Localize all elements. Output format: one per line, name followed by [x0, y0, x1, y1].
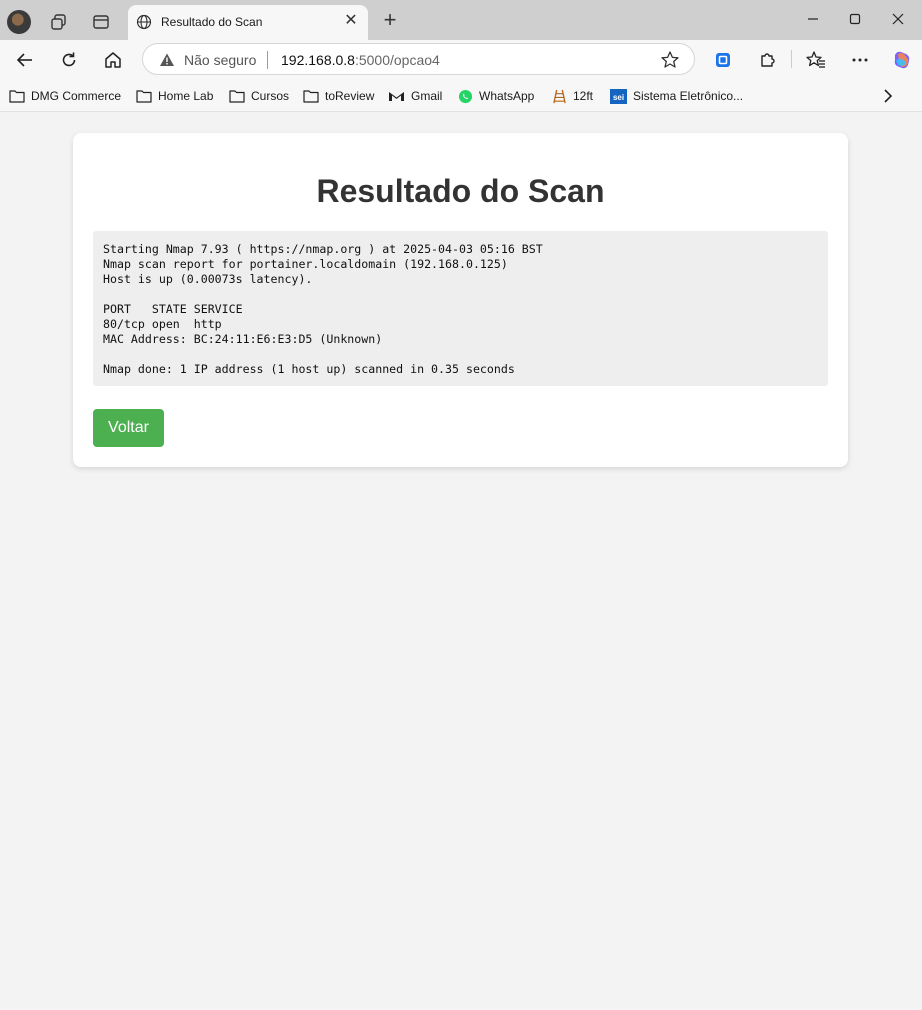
address-divider: [267, 51, 268, 69]
vertical-tabs-icon[interactable]: [90, 11, 112, 33]
close-tab-icon[interactable]: ✕: [342, 12, 360, 30]
more-options-icon[interactable]: [848, 48, 872, 72]
folder-icon: [229, 90, 245, 103]
tab-title: Resultado do Scan: [161, 15, 263, 29]
home-icon[interactable]: [101, 48, 125, 72]
minimize-icon[interactable]: [800, 8, 826, 30]
bookmark-gmail[interactable]: Gmail: [388, 87, 442, 105]
ladder-icon: [553, 89, 566, 103]
folder-icon: [9, 90, 25, 103]
url-path: :5000/opcao4: [354, 52, 440, 68]
bookmark-label: WhatsApp: [479, 89, 535, 103]
security-status[interactable]: Não seguro: [184, 52, 256, 68]
globe-icon: [136, 14, 152, 30]
page-viewport: Resultado do Scan Starting Nmap 7.93 ( h…: [0, 113, 922, 1010]
bookmarks-bar: DMG Commerce Home Lab Cursos toReview Gm…: [0, 80, 922, 112]
bookmark-whatsapp[interactable]: WhatsApp: [458, 87, 534, 105]
result-card: Resultado do Scan Starting Nmap 7.93 ( h…: [73, 133, 848, 467]
bookmark-label: Home Lab: [158, 89, 214, 103]
bookmark-toreview[interactable]: toReview: [303, 87, 374, 105]
address-bar[interactable]: Não seguro 192.168.0.8:5000/opcao4: [142, 43, 695, 75]
warning-icon[interactable]: [159, 52, 175, 68]
favorites-icon[interactable]: [804, 48, 828, 72]
url-host: 192.168.0.8: [281, 52, 355, 68]
bookmark-label: 12ft: [573, 89, 594, 103]
folder-icon: [136, 90, 152, 103]
extension-app-icon[interactable]: [711, 48, 735, 72]
profile-avatar[interactable]: [7, 10, 31, 34]
bookmark-label: Gmail: [411, 89, 443, 103]
bookmark-home-lab[interactable]: Home Lab: [136, 87, 213, 105]
copilot-icon[interactable]: [890, 48, 914, 72]
url-text[interactable]: 192.168.0.8:5000/opcao4: [281, 52, 440, 68]
gmail-icon: [389, 92, 404, 101]
favorite-star-icon[interactable]: [660, 50, 680, 70]
bookmark-label: DMG Commerce: [31, 89, 122, 103]
bookmark-label: Sistema Eletrônico...: [633, 89, 744, 103]
bookmark-12ft[interactable]: 12ft: [552, 87, 593, 105]
bookmark-dmg-commerce[interactable]: DMG Commerce: [9, 87, 121, 105]
bookmark-sistema-eletronico[interactable]: sei Sistema Eletrônico...: [610, 87, 743, 105]
svg-text:sei: sei: [613, 93, 624, 102]
folder-icon: [303, 90, 319, 103]
bookmark-label: Cursos: [251, 89, 290, 103]
sei-icon: sei: [610, 88, 627, 104]
scan-output: Starting Nmap 7.93 ( https://nmap.org ) …: [93, 231, 828, 386]
active-tab[interactable]: Resultado do Scan ✕: [128, 5, 368, 40]
maximize-icon[interactable]: [842, 8, 868, 30]
close-window-icon[interactable]: [885, 8, 911, 30]
refresh-icon[interactable]: [57, 48, 81, 72]
bookmark-label: toReview: [325, 89, 375, 103]
navigation-toolbar: Não seguro 192.168.0.8:5000/opcao4: [0, 40, 922, 80]
back-button[interactable]: Voltar: [93, 409, 164, 447]
toolbar-divider: [791, 50, 792, 68]
workspaces-icon[interactable]: [48, 11, 70, 33]
chevron-right-icon[interactable]: [880, 87, 896, 105]
back-arrow-icon[interactable]: [13, 48, 37, 72]
page-title: Resultado do Scan: [316, 173, 605, 209]
new-tab-icon[interactable]: +: [378, 9, 402, 33]
bookmark-cursos[interactable]: Cursos: [229, 87, 289, 105]
whatsapp-icon: [458, 89, 473, 103]
extensions-puzzle-icon[interactable]: [755, 48, 779, 72]
tab-strip: Resultado do Scan ✕ +: [0, 0, 922, 40]
